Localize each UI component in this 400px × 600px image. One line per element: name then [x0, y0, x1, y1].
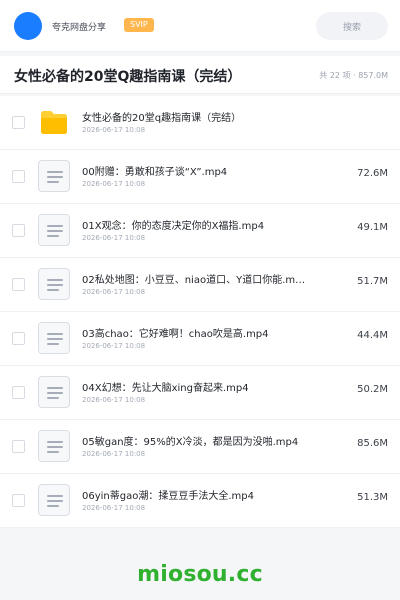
file-size: 51.3M [357, 492, 388, 503]
file-date: 2026-06-17 10:08 [82, 342, 146, 350]
select-checkbox[interactable] [12, 278, 25, 291]
file-name: 女性必备的20堂q趣指南课（完结） [82, 113, 242, 124]
file-date: 2026-06-17 10:08 [82, 180, 146, 188]
share-header: 女性必备的20堂Q趣指南课（完结） 共 22 项 · 857.0M [0, 56, 400, 94]
file-size: 49.1M [357, 222, 388, 233]
list-item[interactable]: 04X幻想：先让大脑xing奋起来.mp4 2026-06-17 10:08 5… [0, 366, 400, 420]
search-button[interactable]: 搜索 [316, 12, 388, 40]
select-checkbox[interactable] [12, 332, 25, 345]
select-checkbox[interactable] [12, 170, 25, 183]
select-checkbox[interactable] [12, 494, 25, 507]
document-icon [38, 376, 70, 408]
file-list: 女性必备的20堂q趣指南课（完结） 2026-06-17 10:08 00附赠：… [0, 96, 400, 528]
document-icon [38, 322, 70, 354]
select-checkbox[interactable] [12, 440, 25, 453]
file-date: 2026-06-17 10:08 [82, 396, 146, 404]
list-item[interactable]: 02私处地图：小豆豆、niao道口、Y道口你能.m… 2026-06-17 10… [0, 258, 400, 312]
file-size: 85.6M [357, 438, 388, 449]
document-icon [38, 484, 70, 516]
file-size: 51.7M [357, 276, 388, 287]
file-date: 2026-06-17 10:08 [82, 234, 146, 242]
file-date: 2026-06-17 10:08 [82, 450, 146, 458]
file-size: 50.2M [357, 384, 388, 395]
item-count-size: 共 22 项 · 857.0M [319, 71, 388, 80]
file-date: 2026-06-17 10:08 [82, 126, 146, 134]
list-item[interactable]: 03高chao：它好难啊！chao吹是高.mp4 2026-06-17 10:0… [0, 312, 400, 366]
avatar[interactable] [14, 12, 42, 40]
page-title: 女性必备的20堂Q趣指南课（完结） [14, 69, 242, 85]
document-icon [38, 268, 70, 300]
select-checkbox[interactable] [12, 386, 25, 399]
svip-badge: SVIP [124, 18, 154, 32]
list-item[interactable]: 01X观念：你的态度决定你的X福指.mp4 2026-06-17 10:08 4… [0, 204, 400, 258]
select-checkbox[interactable] [12, 224, 25, 237]
file-name: 00附赠：勇敢和孩子谈“X”.mp4 [82, 167, 228, 178]
file-date: 2026-06-17 10:08 [82, 504, 146, 512]
document-icon [38, 430, 70, 462]
file-name: 03高chao：它好难啊！chao吹是高.mp4 [82, 329, 269, 340]
document-icon [38, 214, 70, 246]
file-name: 01X观念：你的态度决定你的X福指.mp4 [82, 221, 265, 232]
file-name: 05敏gan度：95%的X冷淡，都是因为没啪.mp4 [82, 437, 299, 448]
list-item[interactable]: 女性必备的20堂q趣指南课（完结） 2026-06-17 10:08 [0, 96, 400, 150]
list-item[interactable]: 06yin蒂gao潮：揉豆豆手法大全.mp4 2026-06-17 10:08 … [0, 474, 400, 528]
select-checkbox[interactable] [12, 116, 25, 129]
file-name: 04X幻想：先让大脑xing奋起来.mp4 [82, 383, 249, 394]
file-name: 06yin蒂gao潮：揉豆豆手法大全.mp4 [82, 491, 254, 502]
folder-icon [41, 111, 67, 134]
site-watermark: miosou.cc [137, 562, 263, 587]
file-name: 02私处地图：小豆豆、niao道口、Y道口你能.m… [82, 275, 306, 286]
file-size: 72.6M [357, 168, 388, 179]
list-item[interactable]: 00附赠：勇敢和孩子谈“X”.mp4 2026-06-17 10:08 72.6… [0, 150, 400, 204]
file-size: 44.4M [357, 330, 388, 341]
document-icon [38, 160, 70, 192]
top-bar: 夸克网盘分享 SVIP 搜索 [0, 0, 400, 52]
share-source-label: 夸克网盘分享 [52, 23, 107, 33]
list-item[interactable]: 05敏gan度：95%的X冷淡，都是因为没啪.mp4 2026-06-17 10… [0, 420, 400, 474]
file-date: 2026-06-17 10:08 [82, 288, 146, 296]
